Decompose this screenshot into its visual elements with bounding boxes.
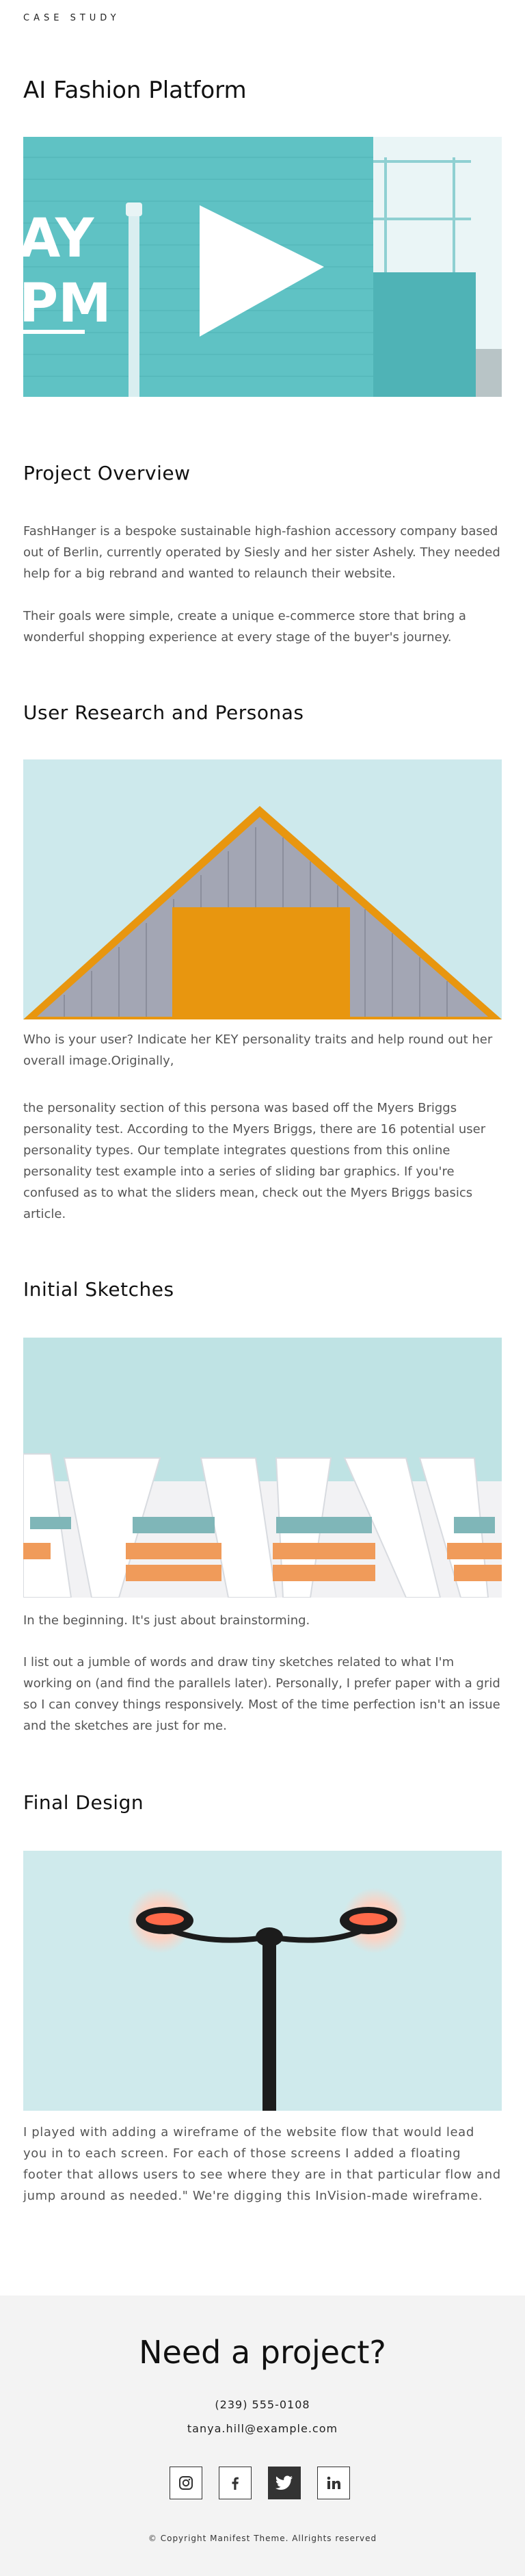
hero-sign-line-1: AY xyxy=(23,208,95,270)
section-heading-overview: Project Overview xyxy=(23,462,191,484)
overview-paragraph-1: FashHanger is a bespoke sustainable high… xyxy=(23,524,500,581)
instagram-link[interactable] xyxy=(170,2467,202,2499)
page-kicker: CASE STUDY xyxy=(23,13,120,23)
facebook-icon xyxy=(232,2477,239,2490)
hero-illustration: AY PM xyxy=(23,137,502,397)
hero-image: AY PM xyxy=(23,137,502,397)
research-paragraph-1: Who is your user? Indicate her KEY perso… xyxy=(23,1032,493,1068)
sketches-paragraph-1: In the beginning. It's just about brains… xyxy=(23,1613,310,1628)
roof-illustration xyxy=(23,759,502,1019)
section-heading-sketches: Initial Sketches xyxy=(23,1278,174,1301)
research-paragraph-2: the personality section of this persona … xyxy=(23,1101,486,1221)
footer-email[interactable]: tanya.hill@example.com xyxy=(0,2422,525,2435)
footer-phone[interactable]: (239) 555-0108 xyxy=(0,2398,525,2411)
site-footer: Need a project? (239) 555-0108 tanya.hil… xyxy=(0,2295,525,2576)
sketches-image xyxy=(23,1338,502,1598)
twitter-link[interactable] xyxy=(268,2467,301,2499)
section-heading-final: Final Design xyxy=(23,1791,144,1814)
social-links xyxy=(170,2467,350,2499)
linkedin-link[interactable] xyxy=(317,2467,350,2499)
copyright-text: © Copyright Manifest Theme. Allrights re… xyxy=(148,2534,377,2543)
facebook-link[interactable] xyxy=(219,2467,252,2499)
final-paragraph-1: I played with adding a wireframe of the … xyxy=(23,2125,501,2203)
lamp-illustration xyxy=(23,1851,502,2111)
sketches-paragraph-2: I list out a jumble of words and draw ti… xyxy=(23,1655,500,1733)
building-illustration xyxy=(23,1338,502,1598)
twitter-icon xyxy=(275,2475,293,2490)
linkedin-icon xyxy=(327,2476,340,2489)
footer-cta: Need a project? xyxy=(139,2334,386,2371)
instagram-icon xyxy=(179,2476,193,2490)
section-heading-research: User Research and Personas xyxy=(23,701,304,724)
page-title: AI Fashion Platform xyxy=(23,77,247,104)
research-image xyxy=(23,759,502,1019)
hero-sign-line-2: PM xyxy=(23,273,111,335)
overview-paragraph-2: Their goals were simple, create a unique… xyxy=(23,609,466,645)
final-image xyxy=(23,1851,502,2111)
